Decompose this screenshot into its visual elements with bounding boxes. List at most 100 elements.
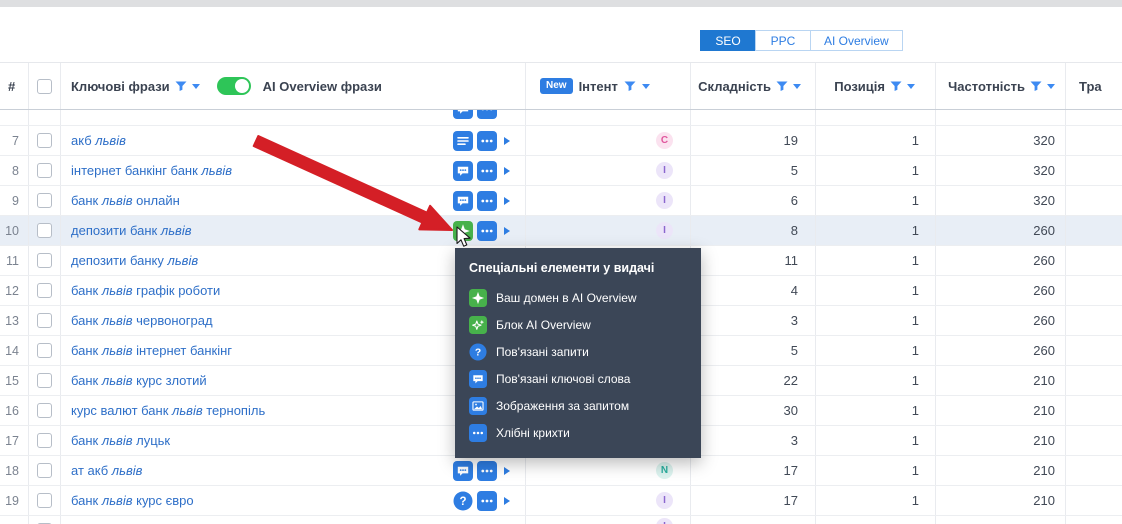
keyword-text: ат акб [71,463,112,478]
tooltip-item: Ваш домен в AI Overview [469,284,687,311]
keyword-link[interactable]: банк львів луцьк [71,433,170,448]
keyword-link[interactable]: банк львів червоноград [71,313,213,328]
volume-value: 260 [935,336,1065,365]
related-questions-icon[interactable]: ? [453,491,473,511]
tab-ppc[interactable]: PPC [755,30,811,51]
filter-icon[interactable] [175,81,187,92]
row-checkbox[interactable] [37,223,52,238]
keyword-link[interactable]: ат акб львів [71,463,142,478]
keyword-text: львів [101,313,133,328]
chevron-down-icon[interactable] [1047,83,1055,89]
row-checkbox[interactable] [37,403,52,418]
row-checkbox[interactable] [37,253,52,268]
svg-text:?: ? [459,496,466,508]
keyword-link[interactable]: курс валют банк львів тернопіль [71,403,265,418]
traffic-column-label: Тра [1079,78,1102,94]
expand-icon[interactable] [504,466,510,475]
tooltip-item-label: Хлібні крихти [496,425,570,440]
keyword-link[interactable]: депозити банк львів [71,223,192,238]
difficulty-value: 3 [690,426,815,455]
chevron-down-icon[interactable] [793,83,801,89]
row-checkbox[interactable] [37,133,52,148]
select-all-checkbox[interactable] [37,78,52,94]
traffic-value [1065,186,1122,215]
row-number: 10 [5,223,19,238]
row-checkbox[interactable] [37,283,52,298]
toggle-knob [234,79,249,93]
volume-column-label: Частотність [948,78,1025,94]
row-checkbox[interactable] [37,193,52,208]
tab-seo[interactable]: SEO [700,30,756,51]
column-difficulty-header: Складність [690,63,815,109]
filter-icon[interactable] [890,81,902,92]
keyword-text: банк [71,283,102,298]
keyword-link[interactable]: інтернет банкінг банк львів [71,163,232,178]
expand-icon[interactable] [504,196,510,205]
breadcrumbs-icon[interactable] [477,110,497,119]
tab-ai-overview[interactable]: AI Overview [810,30,903,51]
serp-features [453,190,510,211]
row-number: 15 [5,373,19,388]
related-keywords-icon[interactable] [453,160,473,181]
tooltip-item-label: Пов'язані ключові слова [496,371,631,386]
select-all-cell [28,63,60,109]
traffic-value [1065,486,1122,515]
related-questions-icon: ? [469,342,487,361]
related-keywords-icon[interactable] [453,110,473,119]
number-column-label: # [8,78,16,94]
traffic-value [1065,426,1122,455]
related-keywords-icon[interactable] [453,460,473,481]
related-keywords-icon[interactable] [453,190,473,211]
intent-badge: C [656,132,673,149]
ai-overview-toggle[interactable] [216,77,251,95]
row-checkbox[interactable] [37,493,52,508]
ai-overview-icon [469,315,487,334]
expand-icon[interactable] [504,166,510,175]
expand-icon[interactable] [504,136,510,145]
expand-icon[interactable] [504,496,510,505]
chevron-down-icon[interactable] [191,83,200,89]
keyword-link[interactable]: банк львів курс євро [71,493,194,508]
row-checkbox[interactable] [37,163,52,178]
breadcrumbs-icon[interactable] [477,130,497,151]
keyword-text: інтернет банкінг банк [71,163,202,178]
traffic-value [1065,246,1122,275]
filter-icon[interactable] [624,81,636,92]
filter-icon[interactable] [1030,81,1042,92]
filter-icon[interactable] [776,81,788,92]
breadcrumbs-icon[interactable] [477,220,497,241]
row-checkbox[interactable] [37,343,52,358]
keyword-text: львів [101,493,133,508]
chevron-down-icon[interactable] [641,83,650,89]
row-number: 19 [5,493,19,508]
breadcrumbs-icon[interactable] [477,490,497,511]
volume-value: 210 [935,486,1065,515]
keyword-link[interactable]: депозити банку львів [71,253,198,268]
difficulty-value: 30 [690,396,815,425]
difficulty-value: 5 [690,156,815,185]
row-checkbox[interactable] [37,463,52,478]
breadcrumbs-icon[interactable] [477,460,497,481]
list-icon[interactable] [453,130,473,151]
volume-value: 260 [935,246,1065,275]
keyword-link[interactable]: банк львів онлайн [71,193,180,208]
breadcrumbs-icon[interactable] [477,160,497,181]
breadcrumbs-icon[interactable] [477,190,497,211]
row-checkbox[interactable] [37,373,52,388]
keyword-link[interactable]: банк львів інтернет банкінг [71,343,232,358]
keyword-link[interactable]: банк львів курс злотий [71,373,207,388]
column-intent-header: New Інтент [525,63,690,109]
row-checkbox[interactable] [37,433,52,448]
keyword-text: банк [71,433,102,448]
tooltip-item: Пов'язані ключові слова [469,365,687,392]
row-checkbox[interactable] [37,313,52,328]
keyword-link[interactable]: банк львів графік роботи [71,283,220,298]
difficulty-value: 8 [690,216,815,245]
keyword-link[interactable]: акб львів [71,133,126,148]
expand-icon[interactable] [504,226,510,235]
tooltip-items: Ваш домен в AI Overview Блок AI Overview… [469,284,687,446]
chevron-down-icon[interactable] [907,83,915,89]
serp-features [453,160,510,181]
table-header: # Ключові фрази AI Overview фрази New Ін… [0,62,1122,110]
ai-domain-icon[interactable] [453,220,473,241]
